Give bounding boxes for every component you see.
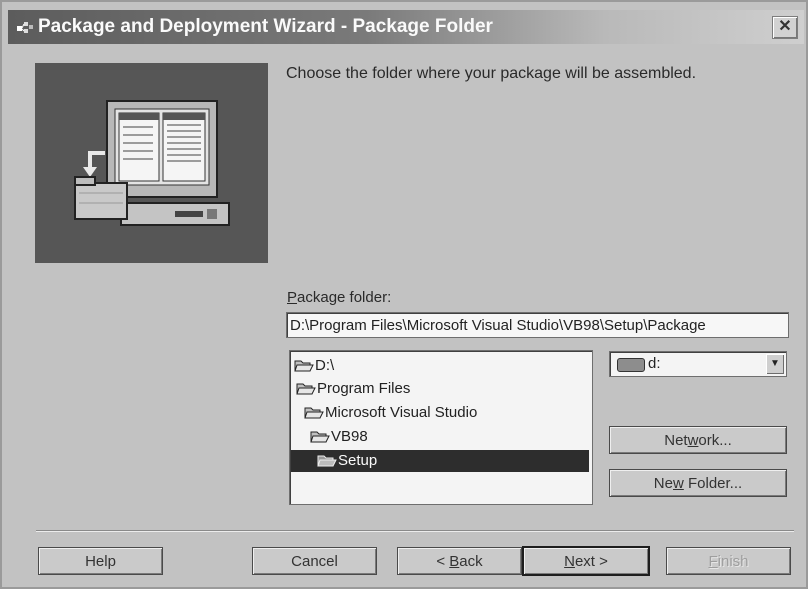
open-folder-icon: [310, 431, 330, 443]
folder-tree[interactable]: D:\ Program Files Microsoft Visual Studi…: [289, 350, 593, 505]
tree-item-program-files[interactable]: Program Files: [296, 378, 410, 400]
tree-item-d-drive[interactable]: D:\: [294, 355, 334, 377]
open-folder-icon: [317, 455, 337, 467]
close-button[interactable]: ✕: [772, 16, 798, 39]
window-title: Package and Deployment Wizard - Package …: [38, 16, 493, 37]
drive-icon: [617, 358, 645, 372]
drive-select-value: d:: [648, 355, 661, 372]
title-bar[interactable]: Package and Deployment Wizard - Package …: [8, 10, 804, 44]
chevron-down-icon[interactable]: ▼: [766, 354, 784, 374]
help-button[interactable]: Help: [38, 547, 163, 575]
computer-illustration-icon: [74, 100, 230, 226]
package-folder-label: Package folder:: [287, 289, 392, 306]
intro-text: Choose the folder where your package wil…: [286, 65, 697, 82]
open-folder-icon: [294, 360, 314, 372]
package-folder-input[interactable]: D:\Program Files\Microsoft Visual Studio…: [286, 312, 789, 338]
new-folder-button[interactable]: New Folder...: [609, 469, 787, 497]
tree-item-microsoft-visual-studio[interactable]: Microsoft Visual Studio: [304, 402, 477, 424]
drive-select[interactable]: d: ▼: [609, 351, 787, 377]
close-icon: ✕: [778, 18, 792, 35]
footer-divider: [36, 530, 794, 532]
open-folder-icon: [304, 407, 324, 419]
back-button[interactable]: < Back: [397, 547, 522, 575]
app-icon: [17, 22, 33, 33]
next-button[interactable]: Next >: [522, 546, 650, 576]
tree-item-vb98[interactable]: VB98: [310, 426, 368, 448]
open-folder-icon: [296, 383, 316, 395]
cancel-button[interactable]: Cancel: [252, 547, 377, 575]
wizard-illustration: [35, 63, 268, 263]
tree-item-setup[interactable]: Setup: [291, 450, 589, 472]
wizard-window: Package and Deployment Wizard - Package …: [0, 0, 808, 589]
network-button[interactable]: Network...: [609, 426, 787, 454]
finish-button[interactable]: Finish: [666, 547, 791, 575]
